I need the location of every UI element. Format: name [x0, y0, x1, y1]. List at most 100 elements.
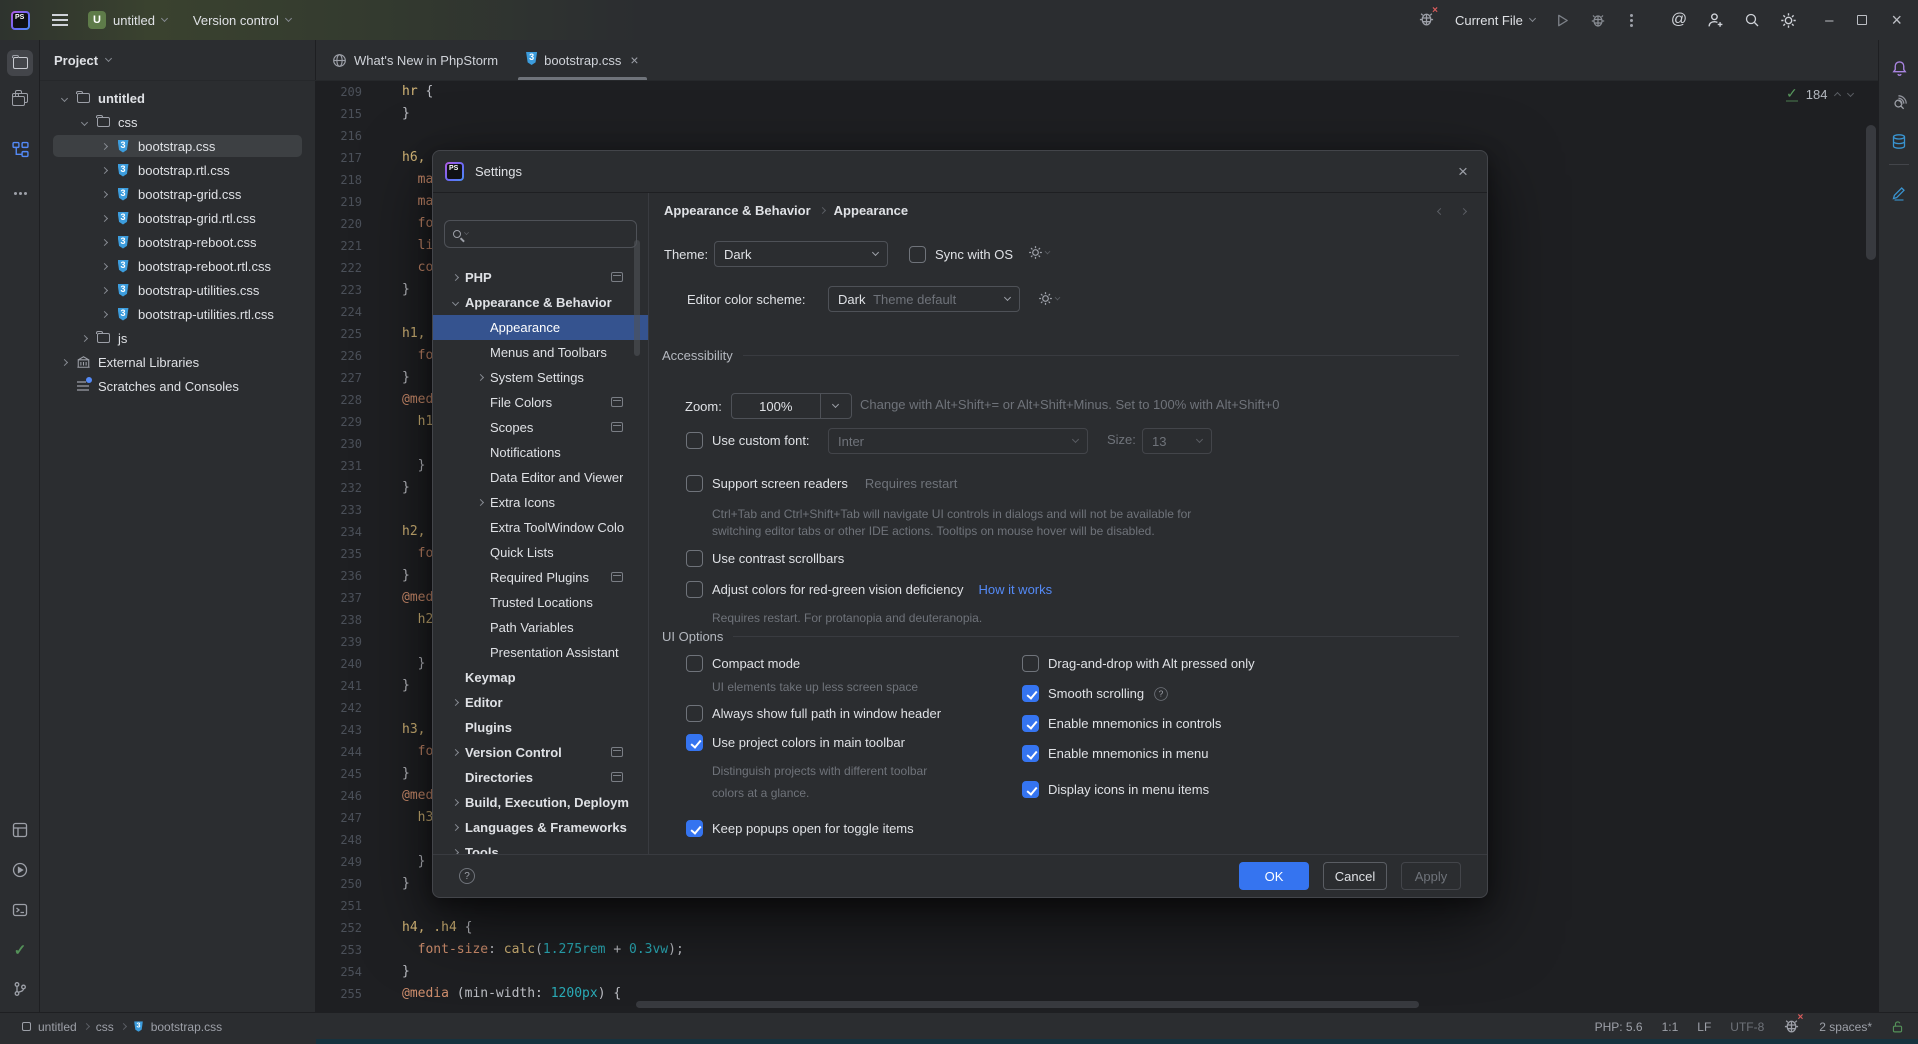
settings-tree-item[interactable]: System Settings	[433, 365, 648, 390]
settings-search-box[interactable]	[444, 220, 637, 248]
project-tree-item[interactable]: bootstrap-grid.css	[40, 182, 315, 206]
option-row[interactable]: Drag-and-drop with Alt pressed only	[1022, 655, 1255, 672]
breadcrumb-item[interactable]: Appearance	[834, 203, 908, 218]
window-minimize-button[interactable]: –	[1825, 12, 1833, 29]
option-row[interactable]: Always show full path in window header	[686, 705, 941, 722]
font-size-select[interactable]: 13	[1142, 428, 1212, 454]
settings-tree-item[interactable]: Notifications	[433, 440, 648, 465]
project-tool-window-header[interactable]: Project	[40, 40, 316, 80]
project-tree-item[interactable]: css	[40, 110, 315, 134]
option-row[interactable]: Keep popups open for toggle items	[686, 820, 914, 837]
code-line[interactable]: 254}	[316, 961, 1878, 983]
settings-tree-item[interactable]: Extra Icons	[433, 490, 648, 515]
commit-tool-button[interactable]	[7, 86, 33, 112]
search-everywhere-icon[interactable]	[1744, 12, 1760, 28]
editor-tab[interactable]: bootstrap.css×	[512, 40, 653, 80]
settings-tree-item[interactable]: Appearance	[433, 315, 648, 340]
more-tools-button[interactable]	[7, 180, 33, 206]
debug-button[interactable]	[1590, 12, 1606, 28]
project-tree-item[interactable]: bootstrap-utilities.css	[40, 278, 315, 302]
tab-close-icon[interactable]: ×	[630, 52, 638, 68]
project-tree-item[interactable]: bootstrap-reboot.css	[40, 230, 315, 254]
code-with-me-icon[interactable]	[1707, 12, 1724, 29]
option-row[interactable]: Compact mode	[686, 655, 800, 672]
editor-vertical-scrollbar[interactable]	[1866, 125, 1876, 260]
screen-readers-checkbox[interactable]	[686, 475, 703, 492]
php-version-widget[interactable]: PHP: 5.6	[1595, 1020, 1643, 1034]
chevron-down-icon[interactable]	[1847, 89, 1854, 96]
run-tool-button[interactable]	[7, 857, 33, 883]
problems-tool-button[interactable]: ✓	[7, 937, 33, 963]
vcs-widget[interactable]: Version control	[193, 13, 291, 28]
settings-tree-item[interactable]: Appearance & Behavior	[433, 290, 648, 315]
writable-lock-icon[interactable]	[1891, 1020, 1904, 1034]
back-icon[interactable]	[1437, 208, 1444, 215]
breadcrumb-item[interactable]: untitled	[38, 1020, 77, 1034]
help-icon[interactable]: ?	[1154, 687, 1168, 701]
settings-tree-scrollbar[interactable]	[634, 240, 640, 356]
settings-tree-item[interactable]: Menus and Toolbars	[433, 340, 648, 365]
option-checkbox[interactable]	[686, 734, 703, 751]
settings-tree-item[interactable]: Keymap	[433, 665, 648, 690]
documentation-tool-button[interactable]	[1886, 180, 1912, 206]
chevron-up-icon[interactable]	[1834, 92, 1841, 99]
terminal-tool-button[interactable]	[7, 897, 33, 923]
code-line[interactable]: 209hr {	[316, 81, 1878, 103]
editor-horizontal-scrollbar[interactable]	[636, 1001, 1419, 1008]
ok-button[interactable]: OK	[1239, 862, 1309, 890]
option-row[interactable]: Use project colors in main toolbar	[686, 734, 905, 751]
project-tree-item[interactable]: bootstrap-grid.rtl.css	[40, 206, 315, 230]
project-tree-item[interactable]: untitled	[40, 86, 315, 110]
option-row[interactable]: Display icons in menu items	[1022, 781, 1209, 798]
settings-tree-item[interactable]: Path Variables	[433, 615, 648, 640]
custom-font-option[interactable]: Use custom font:	[686, 432, 810, 449]
breadcrumb-item[interactable]: bootstrap.css	[151, 1020, 222, 1034]
settings-tree-item[interactable]: Build, Execution, Deploym	[433, 790, 648, 815]
indent-widget[interactable]: 2 spaces*	[1819, 1020, 1872, 1034]
contrast-scrollbars-checkbox[interactable]	[686, 550, 703, 567]
caret-position-widget[interactable]: 1:1	[1662, 1020, 1679, 1034]
more-actions-icon[interactable]	[1630, 19, 1633, 22]
services-tool-button[interactable]	[7, 817, 33, 843]
settings-tree-item[interactable]: Plugins	[433, 715, 648, 740]
window-maximize-button[interactable]	[1857, 15, 1867, 25]
settings-search-input[interactable]	[472, 227, 592, 242]
option-checkbox[interactable]	[1022, 685, 1039, 702]
settings-tree-item[interactable]: Directories	[433, 765, 648, 790]
settings-tree-item[interactable]: Trusted Locations	[433, 590, 648, 615]
option-checkbox[interactable]	[1022, 655, 1039, 672]
sync-with-os-option[interactable]: Sync with OS	[909, 245, 1050, 263]
cancel-button[interactable]: Cancel	[1323, 862, 1387, 890]
structure-tool-button[interactable]	[7, 136, 33, 162]
code-line[interactable]: 252h4, .h4 {	[316, 917, 1878, 939]
help-icon[interactable]: ?	[459, 868, 475, 884]
project-tree-item[interactable]: Scratches and Consoles	[40, 374, 315, 398]
code-line[interactable]: 215}	[316, 103, 1878, 125]
project-tree-item[interactable]: js	[40, 326, 315, 350]
settings-tree-item[interactable]: Quick Lists	[433, 540, 648, 565]
close-icon[interactable]: ×	[1453, 162, 1473, 182]
settings-tree-item[interactable]: Required Plugins	[433, 565, 648, 590]
notifications-tool-button[interactable]	[1886, 55, 1912, 81]
inspection-widget[interactable]: ✓ 184	[1786, 84, 1853, 104]
inspection-status-icon[interactable]: ×	[1783, 1017, 1800, 1037]
database-tool-button[interactable]	[1886, 128, 1912, 154]
scheme-options-gear-icon[interactable]	[1038, 291, 1060, 309]
code-line[interactable]: 216	[316, 125, 1878, 147]
option-checkbox[interactable]	[686, 655, 703, 672]
settings-tree-item[interactable]: PHP	[433, 265, 648, 290]
settings-tree-item[interactable]: File Colors	[433, 390, 648, 415]
how-it-works-link[interactable]: How it works	[978, 582, 1052, 597]
project-widget[interactable]: U untitled	[88, 11, 167, 29]
ai-assistant-icon[interactable]: @	[1671, 11, 1687, 29]
option-checkbox[interactable]	[1022, 745, 1039, 762]
zoom-select[interactable]: 100%	[731, 393, 852, 419]
sync-options-gear-icon[interactable]	[1028, 245, 1050, 263]
redgreen-checkbox[interactable]	[686, 581, 703, 598]
breadcrumb-item[interactable]: Appearance & Behavior	[664, 203, 811, 218]
main-menu-button[interactable]	[48, 19, 72, 21]
project-tree-item[interactable]: bootstrap-reboot.rtl.css	[40, 254, 315, 278]
redgreen-option[interactable]: Adjust colors for red-green vision defic…	[686, 581, 1052, 598]
project-tool-button[interactable]	[7, 50, 33, 76]
run-configuration-widget[interactable]: Current File	[1455, 13, 1535, 28]
